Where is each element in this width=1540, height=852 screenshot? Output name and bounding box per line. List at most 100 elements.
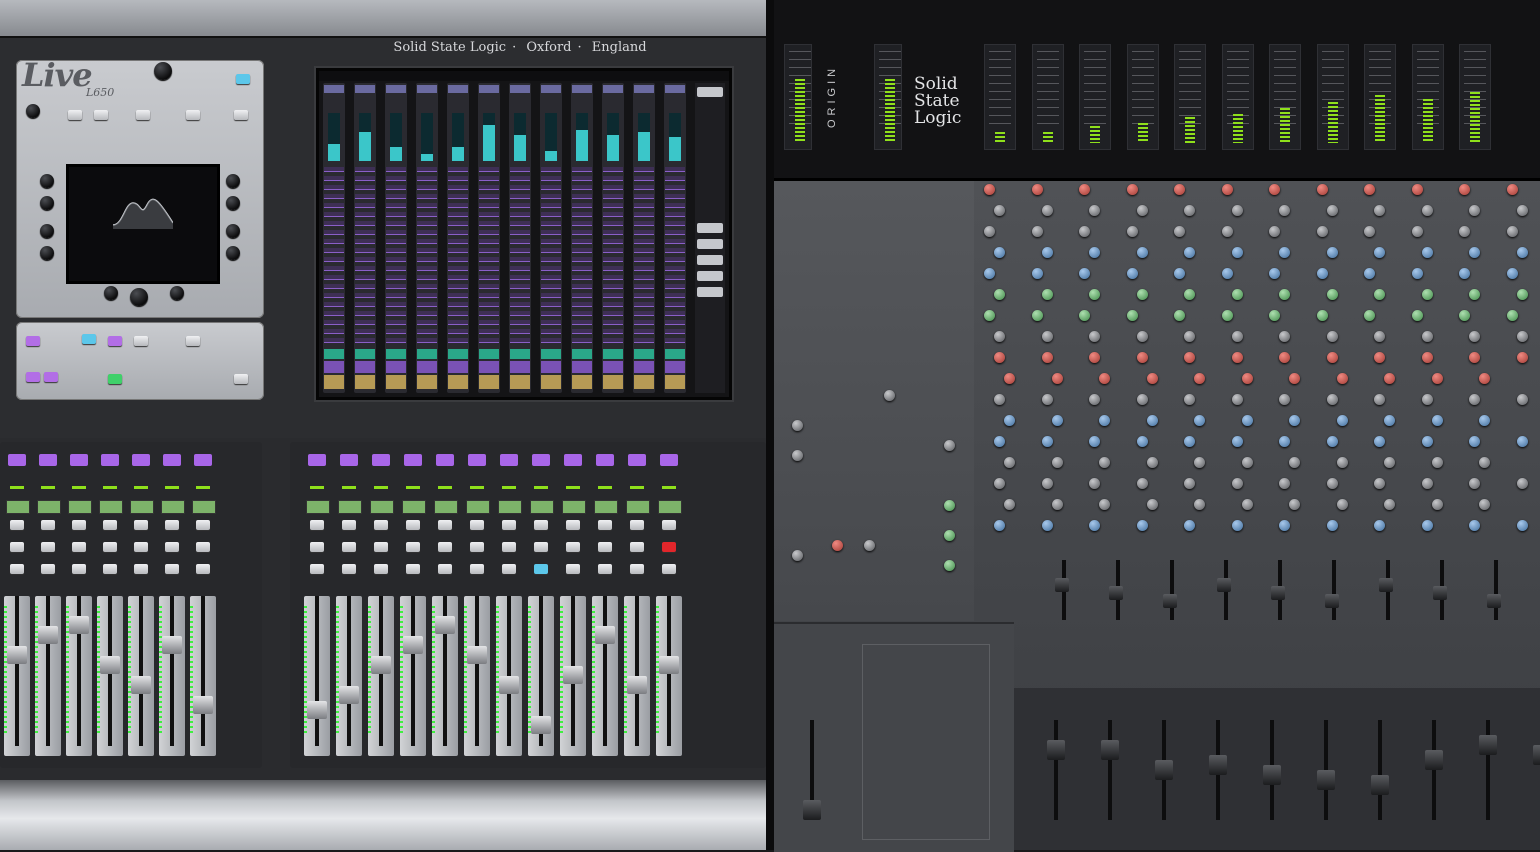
channel-knob[interactable] — [1431, 415, 1443, 426]
channel-knob[interactable] — [1516, 520, 1528, 531]
channel-knob[interactable] — [1089, 478, 1100, 489]
screen-strip[interactable] — [416, 83, 438, 393]
channel-knob[interactable] — [1126, 310, 1138, 321]
eq-in-button[interactable] — [82, 334, 96, 344]
master-knob[interactable] — [792, 450, 803, 461]
channel-knob[interactable] — [1374, 331, 1385, 342]
channel-knob[interactable] — [1279, 331, 1290, 342]
upper-fader[interactable] — [1271, 586, 1285, 600]
touch-screen[interactable] — [316, 68, 732, 400]
strip-button[interactable] — [165, 542, 179, 552]
channel-knob[interactable] — [1326, 352, 1338, 363]
channel-knob[interactable] — [1184, 436, 1195, 447]
channel-knob[interactable] — [1374, 436, 1385, 447]
channel-knob[interactable] — [1431, 457, 1443, 468]
channel-knob[interactable] — [1316, 184, 1328, 195]
fader-cap[interactable] — [193, 696, 213, 714]
screen-strip[interactable] — [509, 83, 531, 393]
channel-knob[interactable] — [1136, 331, 1148, 342]
channel-knob[interactable] — [1126, 226, 1138, 237]
eq-select-button[interactable] — [134, 336, 148, 346]
channel-knob[interactable] — [1374, 352, 1385, 363]
eq-freq-knob-r[interactable] — [226, 196, 240, 210]
channel-knob[interactable] — [1089, 436, 1100, 447]
channel-knob[interactable] — [1469, 331, 1480, 342]
channel-knob[interactable] — [1231, 436, 1243, 447]
channel-knob[interactable] — [1326, 289, 1338, 300]
setup-button[interactable] — [234, 110, 248, 120]
channel-knob[interactable] — [1041, 478, 1053, 489]
fader-cap[interactable] — [659, 656, 679, 674]
strip-select-button[interactable] — [340, 454, 358, 466]
channel-knob[interactable] — [1031, 268, 1043, 279]
channel-knob[interactable] — [1411, 226, 1423, 237]
channel-knob[interactable] — [1279, 205, 1290, 216]
channel-knob[interactable] — [1231, 520, 1243, 531]
channel-knob[interactable] — [1136, 352, 1148, 363]
channel-knob[interactable] — [1431, 499, 1443, 510]
polarity-button[interactable] — [94, 110, 108, 120]
channel-knob[interactable] — [1231, 394, 1243, 405]
channel-knob[interactable] — [1241, 373, 1253, 384]
channel-knob[interactable] — [1136, 436, 1148, 447]
channel-knob[interactable] — [1364, 268, 1375, 279]
channel-knob[interactable] — [1221, 268, 1233, 279]
channel-knob[interactable] — [1459, 184, 1470, 195]
strip-button[interactable] — [134, 564, 148, 574]
strip-select-button[interactable] — [308, 454, 326, 466]
fader-cap[interactable] — [307, 701, 327, 719]
channel-knob[interactable] — [1269, 226, 1280, 237]
channel-knob[interactable] — [1279, 520, 1290, 531]
fader-cap[interactable] — [531, 716, 551, 734]
context-button-3[interactable] — [44, 372, 58, 382]
upper-fader[interactable] — [1325, 594, 1339, 608]
channel-knob[interactable] — [1516, 205, 1528, 216]
channel-knob[interactable] — [1041, 520, 1053, 531]
channel-knob[interactable] — [1421, 289, 1433, 300]
channel-knob[interactable] — [1289, 415, 1300, 426]
channel-knob[interactable] — [1031, 226, 1043, 237]
channel-knob[interactable] — [1089, 331, 1100, 342]
channel-knob[interactable] — [1194, 415, 1205, 426]
channel-knob[interactable] — [1089, 205, 1100, 216]
channel-knob[interactable] — [1326, 247, 1338, 258]
strip-button[interactable] — [10, 564, 24, 574]
channel-knob[interactable] — [1089, 289, 1100, 300]
strip-button[interactable] — [196, 520, 210, 530]
strip-button[interactable] — [374, 542, 388, 552]
channel-knob[interactable] — [1089, 520, 1100, 531]
eq-freq-knob[interactable] — [40, 196, 54, 210]
channel-knob[interactable] — [1184, 205, 1195, 216]
screen-button-5[interactable] — [697, 287, 723, 297]
channel-fader[interactable] — [1155, 760, 1173, 780]
channel-knob[interactable] — [1136, 478, 1148, 489]
channel-knob[interactable] — [1469, 520, 1480, 531]
strip-button[interactable] — [72, 564, 86, 574]
fader-cap[interactable] — [131, 676, 151, 694]
channel-knob[interactable] — [1374, 289, 1385, 300]
eq-band-knob-r[interactable] — [226, 246, 240, 260]
strip-button[interactable] — [470, 520, 484, 530]
strip-select-button[interactable] — [132, 454, 150, 466]
channel-knob[interactable] — [1316, 268, 1328, 279]
channel-knob[interactable] — [1326, 478, 1338, 489]
channel-knob[interactable] — [1099, 415, 1110, 426]
strip-button[interactable] — [534, 542, 548, 552]
channel-knob[interactable] — [1421, 478, 1433, 489]
channel-knob[interactable] — [1126, 184, 1138, 195]
insert-button[interactable] — [186, 336, 200, 346]
pan-knob[interactable] — [130, 288, 148, 306]
strip-button[interactable] — [534, 520, 548, 530]
master-knob[interactable] — [944, 530, 955, 541]
strip-button[interactable] — [103, 520, 117, 530]
channel-knob[interactable] — [1506, 268, 1518, 279]
channel-knob[interactable] — [1041, 205, 1053, 216]
channel-knob[interactable] — [984, 184, 995, 195]
strip-select-button[interactable] — [8, 454, 26, 466]
channel-knob[interactable] — [1136, 394, 1148, 405]
channel-knob[interactable] — [1336, 499, 1348, 510]
channel-fader[interactable] — [1371, 775, 1389, 795]
channel-knob[interactable] — [994, 205, 1005, 216]
channel-fader[interactable] — [1101, 740, 1119, 760]
upper-fader[interactable] — [1109, 586, 1123, 600]
